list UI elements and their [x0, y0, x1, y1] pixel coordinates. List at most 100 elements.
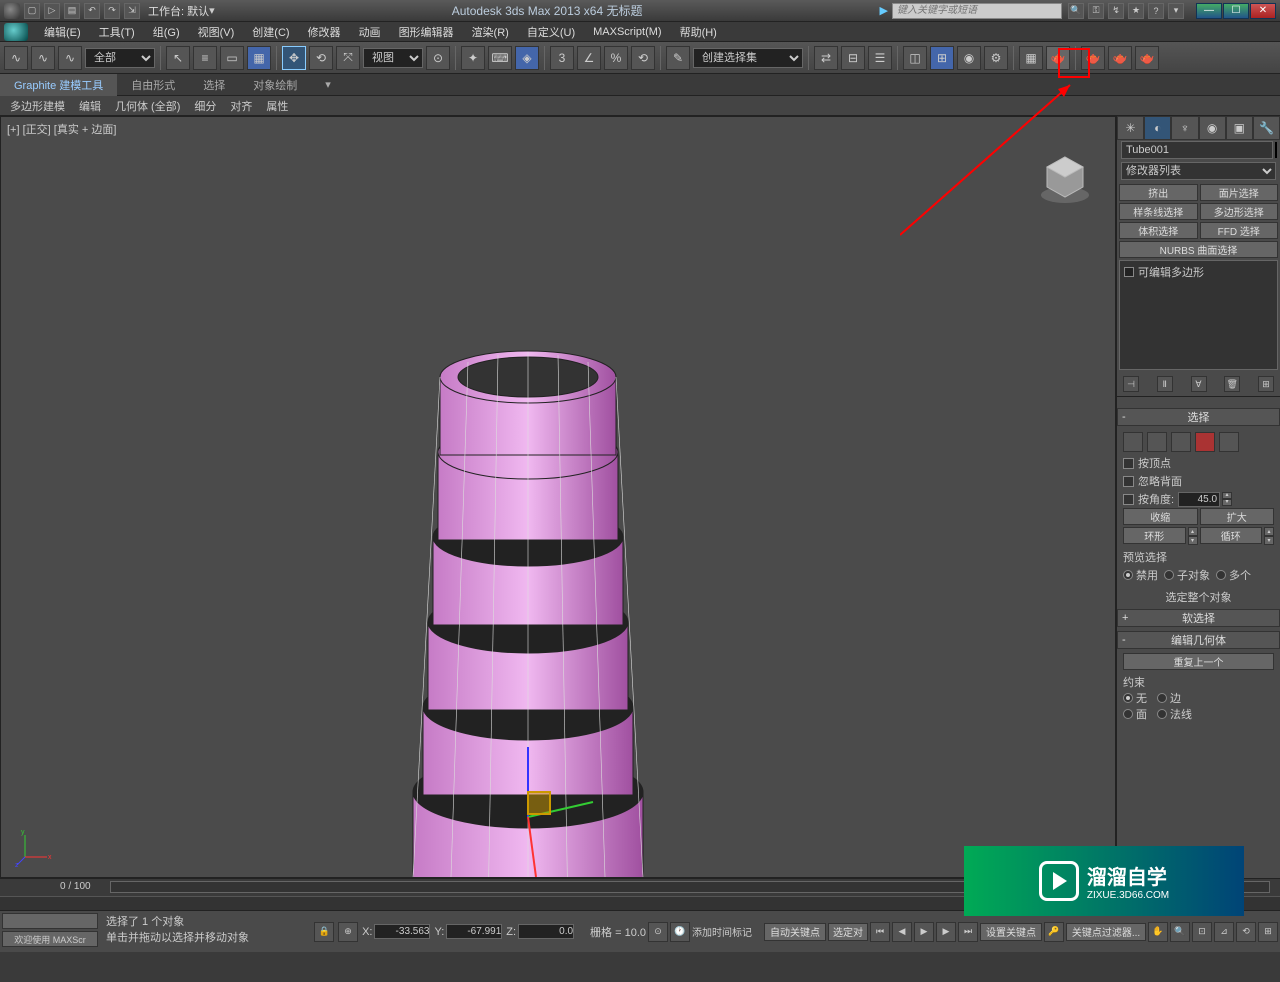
rollout-editgeo[interactable]: -编辑几何体 [1117, 631, 1280, 649]
nav-pan-icon[interactable]: ✋ [1148, 922, 1168, 942]
maximize-button[interactable]: ☐ [1223, 3, 1249, 19]
z-coord-input[interactable] [518, 924, 574, 939]
viewcube-icon[interactable] [1035, 147, 1095, 207]
stack-item-editpoly[interactable]: 可编辑多边形 [1122, 263, 1275, 281]
qat-link-icon[interactable]: ⇲ [124, 3, 140, 19]
qat-save-icon[interactable]: ▤ [64, 3, 80, 19]
lock-selection-icon[interactable]: 🔒 [314, 922, 334, 942]
constraint-face-radio[interactable] [1123, 709, 1133, 719]
scale-icon[interactable]: ⤧ [336, 46, 360, 70]
constraint-normal-radio[interactable] [1157, 709, 1167, 719]
render-setup-icon[interactable]: ⚙ [984, 46, 1008, 70]
key-icon[interactable]: ⚿ [1088, 3, 1104, 19]
teapot2-icon[interactable]: 🫖 [1108, 46, 1132, 70]
script-mini-listener[interactable] [2, 913, 98, 929]
render-frame-icon[interactable]: ▦ [1019, 46, 1043, 70]
menu-maxscript[interactable]: MAXScript(M) [585, 24, 669, 40]
menu-grapheditors[interactable]: 图形编辑器 [391, 22, 462, 42]
tab-paint[interactable]: 对象绘制 [239, 74, 311, 96]
select-icon[interactable]: ↖ [166, 46, 190, 70]
subobj-border-icon[interactable] [1171, 432, 1191, 452]
selset-button[interactable]: 选定对 [828, 923, 868, 941]
spin-up-icon[interactable]: ▴ [1222, 492, 1232, 499]
editnamedsel-icon[interactable]: ✎ [666, 46, 690, 70]
preset-faceselect[interactable]: 面片选择 [1200, 184, 1279, 201]
viewport[interactable]: [+] [正交] [真实 + 边面] [0, 116, 1116, 878]
workspace-label[interactable]: 工作台: 默认 [148, 3, 209, 19]
ring-up-icon[interactable]: ▴ [1188, 527, 1198, 536]
x-coord-input[interactable] [374, 924, 430, 939]
star-icon[interactable]: ★ [1128, 3, 1144, 19]
angle-snap-icon[interactable]: ∠ [577, 46, 601, 70]
rotate-icon[interactable]: ⟲ [309, 46, 333, 70]
subobj-element-icon[interactable] [1219, 432, 1239, 452]
object-color-swatch[interactable] [1275, 142, 1277, 158]
menu-views[interactable]: 视图(V) [190, 22, 243, 42]
repeat-last-button[interactable]: 重复上一个 [1123, 653, 1274, 670]
ring-button[interactable]: 环形 [1123, 527, 1186, 544]
ribbon-expand-icon[interactable]: ▾ [311, 75, 345, 94]
panel-polymodel[interactable]: 多边形建模 [4, 96, 71, 116]
search-icon[interactable]: 🔍 [1068, 3, 1084, 19]
grow-button[interactable]: 扩大 [1200, 508, 1275, 525]
qat-undo-icon[interactable]: ↶ [84, 3, 100, 19]
display-tab-icon[interactable]: ▣ [1226, 116, 1253, 140]
nav-zoomext-icon[interactable]: ⊡ [1192, 922, 1212, 942]
qat-new-icon[interactable]: ▢ [24, 3, 40, 19]
nav-zoom-icon[interactable]: 🔍 [1170, 922, 1190, 942]
menu-modifiers[interactable]: 修改器 [300, 22, 349, 42]
dropdown-icon[interactable]: ▾ [1168, 3, 1184, 19]
window-crossing-icon[interactable]: ▦ [247, 46, 271, 70]
expand-icon[interactable] [1124, 267, 1134, 277]
remove-mod-icon[interactable]: 🗑 [1224, 376, 1240, 392]
search-input[interactable] [892, 3, 1062, 19]
keymode-icon[interactable]: ⌨ [488, 46, 512, 70]
prev-frame-icon[interactable]: ◀ [892, 922, 912, 942]
bind-icon[interactable]: ∿ [58, 46, 82, 70]
preset-volselect[interactable]: 体积选择 [1119, 222, 1198, 239]
named-selection-set[interactable]: 创建选择集 [693, 48, 803, 68]
timetag-label[interactable]: 添加时间标记 [692, 924, 752, 939]
panel-edit[interactable]: 编辑 [73, 96, 107, 116]
loop-up-icon[interactable]: ▴ [1264, 527, 1274, 536]
utilities-tab-icon[interactable]: 🔧 [1253, 116, 1280, 140]
select-name-icon[interactable]: ≡ [193, 46, 217, 70]
autokey-button[interactable]: 自动关键点 [764, 923, 826, 941]
configure-icon[interactable]: ⊞ [1258, 376, 1274, 392]
subobj-edge-icon[interactable] [1147, 432, 1167, 452]
qat-open-icon[interactable]: ▷ [44, 3, 60, 19]
layers-icon[interactable]: ☰ [868, 46, 892, 70]
matedit-icon[interactable]: ◉ [957, 46, 981, 70]
goto-start-icon[interactable]: ⏮ [870, 922, 890, 942]
create-tab-icon[interactable]: ✳ [1117, 116, 1144, 140]
preset-extrude[interactable]: 挤出 [1119, 184, 1198, 201]
rollout-softsel[interactable]: +软选择 [1117, 609, 1280, 627]
preset-nurbs[interactable]: NURBS 曲面选择 [1119, 241, 1278, 258]
spinner-snap-icon[interactable]: ⟲ [631, 46, 655, 70]
shrink-button[interactable]: 收缩 [1123, 508, 1198, 525]
constraint-none-radio[interactable] [1123, 693, 1133, 703]
make-unique-icon[interactable]: ∀ [1191, 376, 1207, 392]
preview-multi-radio[interactable] [1216, 570, 1226, 580]
key-icon2[interactable]: 🔑 [1044, 922, 1064, 942]
move-icon[interactable]: ✥ [282, 46, 306, 70]
curve-editor-icon[interactable]: ◫ [903, 46, 927, 70]
modifier-list[interactable]: 修改器列表 [1121, 162, 1276, 180]
menu-help[interactable]: 帮助(H) [672, 22, 725, 42]
exchange-icon[interactable]: ↯ [1108, 3, 1124, 19]
menu-create[interactable]: 创建(C) [244, 22, 297, 42]
nav-orbit-icon[interactable]: ⟲ [1236, 922, 1256, 942]
spin-down-icon[interactable]: ▾ [1222, 499, 1232, 506]
pivot-icon[interactable]: ⊙ [426, 46, 450, 70]
menu-customize[interactable]: 自定义(U) [519, 22, 583, 42]
keyfilter-button[interactable]: 关键点过滤器... [1066, 923, 1146, 941]
by-angle-checkbox[interactable] [1123, 494, 1134, 505]
unlink-icon[interactable]: ∿ [31, 46, 55, 70]
timetag-icon[interactable]: 🕐 [670, 922, 690, 942]
panel-subdiv[interactable]: 细分 [188, 96, 222, 116]
schematic-icon[interactable]: ⊞ [930, 46, 954, 70]
modifier-stack[interactable]: 可编辑多边形 [1119, 260, 1278, 370]
goto-end-icon[interactable]: ⏭ [958, 922, 978, 942]
menu-rendering[interactable]: 渲染(R) [464, 22, 517, 42]
snap3-icon[interactable]: 3 [550, 46, 574, 70]
